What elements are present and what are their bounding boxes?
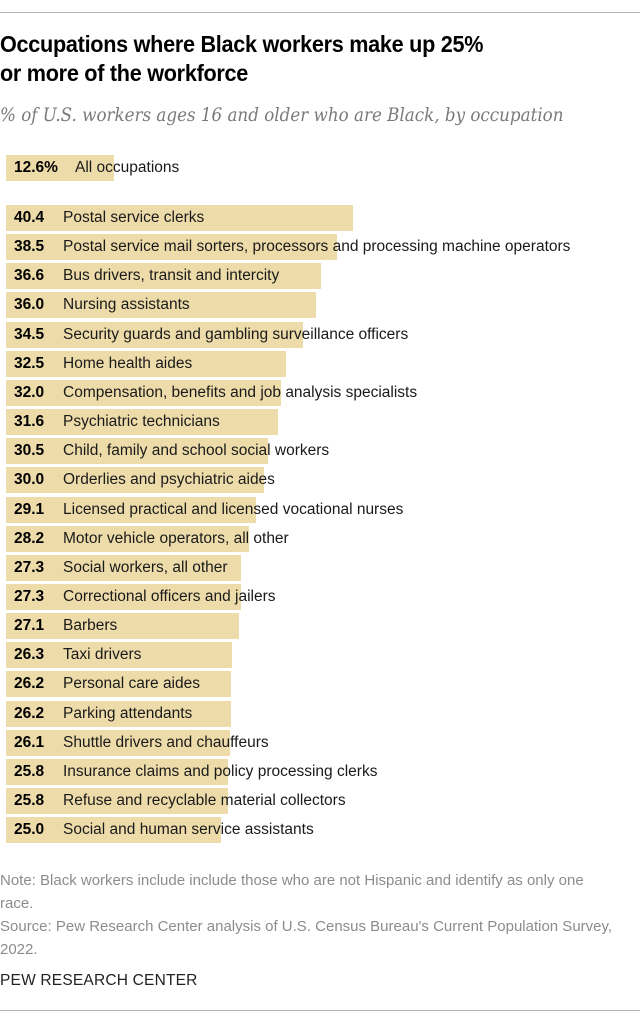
value-label: 27.3 bbox=[14, 558, 45, 576]
category-label: Psychiatric technicians bbox=[63, 413, 220, 431]
bottom-rule bbox=[0, 1010, 640, 1011]
category-label: Licensed practical and licensed vocation… bbox=[63, 500, 404, 518]
chart-title-line-2: or more of the workforce bbox=[0, 60, 249, 86]
value-label: 32.0 bbox=[14, 383, 45, 401]
bar-row: 27.3 Social workers, all other bbox=[0, 554, 640, 581]
bar-row: 31.6 Psychiatric technicians bbox=[0, 409, 640, 436]
bar-row: 28.2 Motor vehicle operators, all other bbox=[0, 525, 640, 552]
category-label: Orderlies and psychiatric aides bbox=[63, 471, 275, 489]
value-label: 40.4 bbox=[14, 209, 45, 226]
bar-row: 26.2 Personal care aides bbox=[0, 671, 640, 698]
value-label: 36.0 bbox=[14, 296, 45, 314]
category-label: Child, family and school social workers bbox=[63, 442, 330, 460]
bar-row: 26.3 Taxi drivers bbox=[0, 642, 640, 669]
bar-row: 26.1 Shuttle drivers and chauffeurs bbox=[0, 729, 640, 756]
category-label: Shuttle drivers and chauffeurs bbox=[63, 733, 269, 751]
bar-row: 27.1 Barbers bbox=[0, 613, 640, 640]
category-label: Postal service mail sorters, processors … bbox=[63, 238, 571, 256]
category-label: Nursing assistants bbox=[63, 296, 190, 314]
chart-source: Source: Pew Research Center analysis of … bbox=[0, 918, 613, 958]
bar-chart: 12.6% All occupations 40.4 Postal service… bbox=[0, 150, 640, 850]
value-label: 26.3 bbox=[14, 646, 45, 664]
bar-row: 32.5 Home health aides bbox=[0, 350, 640, 377]
value-label: 27.1 bbox=[14, 617, 45, 635]
value-label: 38.5 bbox=[14, 238, 45, 256]
category-label: Taxi drivers bbox=[63, 646, 142, 664]
bar-row: 40.4 Postal service clerks bbox=[0, 205, 640, 231]
value-label: 36.6 bbox=[14, 267, 45, 285]
category-label: Personal care aides bbox=[63, 675, 200, 693]
bar-row: 27.3 Correctional officers and jailers bbox=[0, 583, 640, 610]
category-label: Home health aides bbox=[63, 354, 193, 372]
value-label: 25.8 bbox=[14, 792, 45, 809]
bar-row: 36.6 Bus drivers, transit and intercity bbox=[0, 263, 640, 290]
value-label: 30.0 bbox=[14, 471, 45, 489]
value-label: 27.3 bbox=[14, 587, 45, 605]
value-label: 25.8 bbox=[14, 762, 45, 780]
value-label: 26.2 bbox=[14, 704, 45, 722]
category-label: Compensation, benefits and job analysis … bbox=[63, 383, 418, 401]
category-label: Refuse and recyclable material collector… bbox=[63, 792, 346, 809]
value-label: 32.5 bbox=[14, 354, 45, 372]
category-label: Barbers bbox=[63, 617, 118, 635]
brand-label: PEW RESEARCH CENTER bbox=[0, 972, 198, 989]
category-label: Bus drivers, transit and intercity bbox=[63, 267, 280, 285]
bar-row: 32.0 Compensation, benefits and job analy… bbox=[0, 379, 640, 406]
chart-title: Occupations where Black workers make up … bbox=[0, 30, 580, 88]
bar-row: 34.5 Security guards and gambling surveil… bbox=[0, 321, 640, 348]
value-label: 28.2 bbox=[14, 529, 45, 547]
category-label: Social workers, all other bbox=[63, 558, 228, 576]
chart-title-line-1: Occupations where Black workers make up … bbox=[0, 31, 484, 57]
bar-row: 25.0 Social and human service assistants bbox=[0, 817, 640, 844]
category-label: Motor vehicle operators, all other bbox=[63, 529, 289, 547]
bar-row: 25.8 Insurance claims and policy processi… bbox=[0, 758, 640, 785]
bar-row: 26.2 Parking attendants bbox=[0, 700, 640, 727]
category-label: Security guards and gambling surveillanc… bbox=[63, 325, 409, 343]
category-label: Parking attendants bbox=[63, 704, 193, 722]
value-label: 31.6 bbox=[14, 413, 45, 431]
category-label: Postal service clerks bbox=[63, 209, 205, 226]
value-label: 26.1 bbox=[14, 733, 45, 751]
bar-row: 36.0 Nursing assistants bbox=[0, 292, 640, 319]
value-label: 25.0 bbox=[14, 821, 45, 839]
value-label: 30.5 bbox=[14, 442, 45, 460]
category-label: Social and human service assistants bbox=[63, 821, 314, 839]
chart-subtitle: % of U.S. workers ages 16 and older who … bbox=[0, 104, 564, 126]
bar-row: 38.5 Postal service mail sorters, process… bbox=[0, 234, 640, 261]
summary-row: 12.6% All occupations bbox=[0, 155, 640, 181]
top-rule bbox=[0, 12, 640, 13]
bar-row: 30.5 Child, family and school social work… bbox=[0, 438, 640, 465]
bar-row: 29.1 Licensed practical and licensed voca… bbox=[0, 496, 640, 523]
category-label: Insurance claims and policy processing c… bbox=[63, 762, 378, 780]
category-label-all-occupations: All occupations bbox=[75, 159, 180, 176]
bar-row: 25.8 Refuse and recyclable material colle… bbox=[0, 788, 640, 814]
value-label-all-occupations: 12.6% bbox=[14, 159, 58, 176]
chart-note: Note: Black workers include include thos… bbox=[0, 872, 584, 912]
category-label: Correctional officers and jailers bbox=[63, 587, 276, 605]
bar-row: 30.0 Orderlies and psychiatric aides bbox=[0, 467, 640, 494]
value-label: 29.1 bbox=[14, 500, 45, 518]
value-label: 26.2 bbox=[14, 675, 45, 693]
value-label: 34.5 bbox=[14, 325, 45, 343]
